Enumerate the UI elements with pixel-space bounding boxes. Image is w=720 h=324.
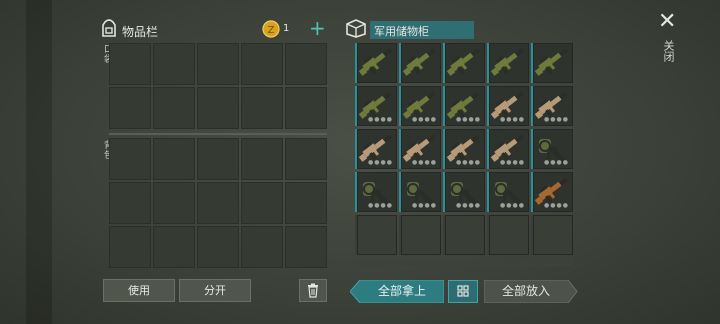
storage-slot-rifle-item[interactable]	[487, 43, 529, 83]
pocket-slot[interactable]	[109, 87, 151, 129]
coin-icon: Z	[262, 20, 280, 38]
rifle-icon	[490, 48, 524, 76]
backpack-slot[interactable]	[285, 138, 327, 180]
pocket-slot[interactable]	[241, 87, 283, 129]
attachment-dots: ●●●●	[412, 202, 437, 209]
attachment-dots: ●●●●	[368, 202, 393, 209]
storage-slot-rifle-item[interactable]: ●●●●	[355, 86, 397, 126]
close-icon[interactable]: ✕	[658, 10, 676, 34]
storage-slot-empty[interactable]	[355, 215, 397, 255]
trash-button[interactable]	[299, 279, 327, 302]
pocket-slot[interactable]	[153, 43, 195, 85]
pocket-slot[interactable]	[285, 87, 327, 129]
pocket-slot[interactable]	[197, 43, 239, 85]
storage-slot-launcher-item[interactable]: ●●●●	[487, 172, 529, 212]
storage-slot-empty[interactable]	[531, 215, 573, 255]
take-all-button[interactable]: 全部拿上	[360, 280, 444, 303]
grid-icon	[457, 285, 469, 297]
backpack-slot[interactable]	[285, 226, 327, 268]
storage-slot-rifle-item[interactable]: ●●●●	[531, 172, 573, 212]
storage-slot-rifle-item[interactable]	[355, 43, 397, 83]
attachment-dots: ●●●●	[500, 116, 525, 123]
rifle-icon	[534, 48, 568, 76]
storage-slot-rifle-item[interactable]: ●●●●	[443, 86, 485, 126]
storage-slot-rifle-item[interactable]: ●●●●	[487, 129, 529, 169]
storage-slot-rifle-item[interactable]: ●●●●	[531, 86, 573, 126]
attachment-dots: ●●●●	[456, 202, 481, 209]
put-all-button[interactable]: 全部放入	[484, 280, 568, 303]
attachment-dots: ●●●●	[500, 202, 525, 209]
storage-slot-empty[interactable]	[443, 215, 485, 255]
section-divider	[109, 133, 327, 135]
pocket-grid	[109, 43, 327, 129]
storage-slot-rifle-item[interactable]: ●●●●	[487, 86, 529, 126]
svg-text:Z: Z	[268, 25, 275, 36]
attachment-dots: ●●●●	[456, 159, 481, 166]
storage-slot-rifle-item[interactable]	[443, 43, 485, 83]
rifle-icon	[402, 48, 436, 76]
attachment-dots: ●●●●	[544, 202, 569, 209]
storage-slot-empty[interactable]	[487, 215, 529, 255]
backpack-slot[interactable]	[241, 226, 283, 268]
storage-slot-launcher-item[interactable]: ●●●●	[399, 172, 441, 212]
backpack-slot[interactable]	[153, 182, 195, 224]
storage-slot-rifle-item[interactable]: ●●●●	[399, 86, 441, 126]
grid-view-button[interactable]	[448, 280, 478, 303]
storage-slot-rifle-item[interactable]	[531, 43, 573, 83]
pocket-slot[interactable]	[285, 43, 327, 85]
storage-box-icon	[346, 19, 366, 38]
close-label[interactable]: 关闭	[660, 40, 676, 62]
coin-count: 1	[283, 23, 290, 34]
storage-slot-rifle-item[interactable]: ●●●●	[443, 129, 485, 169]
left-edge-strip	[26, 0, 52, 324]
backpack-slot[interactable]	[285, 182, 327, 224]
storage-slot-empty[interactable]	[399, 215, 441, 255]
storage-slot-launcher-item[interactable]: ●●●●	[355, 172, 397, 212]
use-button[interactable]: 使用	[103, 279, 175, 302]
storage-slot-rifle-item[interactable]: ●●●●	[355, 129, 397, 169]
storage-slot-rifle-item[interactable]	[399, 43, 441, 83]
storage-slot-launcher-item[interactable]: ●●●●	[531, 129, 573, 169]
backpack-slot[interactable]	[109, 182, 151, 224]
storage-fade	[355, 254, 573, 266]
backpack-icon	[102, 19, 116, 37]
add-coins-plus-icon[interactable]: +	[309, 17, 326, 39]
attachment-dots: ●●●●	[368, 159, 393, 166]
backpack-slot[interactable]	[153, 226, 195, 268]
backpack-slot[interactable]	[153, 138, 195, 180]
backpack-slot[interactable]	[197, 226, 239, 268]
split-button[interactable]: 分开	[179, 279, 251, 302]
backpack-slot[interactable]	[241, 138, 283, 180]
storage-slot-rifle-item[interactable]: ●●●●	[399, 129, 441, 169]
backpack-slot[interactable]	[109, 226, 151, 268]
rifle-icon	[358, 48, 392, 76]
pocket-slot[interactable]	[109, 43, 151, 85]
storage-slot-launcher-item[interactable]: ●●●●	[443, 172, 485, 212]
inventory-title: 物品栏	[122, 25, 159, 39]
backpack-slot[interactable]	[241, 182, 283, 224]
pocket-slot[interactable]	[241, 43, 283, 85]
pocket-slot[interactable]	[197, 87, 239, 129]
attachment-dots: ●●●●	[544, 116, 569, 123]
attachment-dots: ●●●●	[368, 116, 393, 123]
backpack-slot[interactable]	[109, 138, 151, 180]
attachment-dots: ●●●●	[500, 159, 525, 166]
attachment-dots: ●●●●	[412, 116, 437, 123]
trash-icon	[308, 283, 318, 298]
pocket-slot[interactable]	[153, 87, 195, 129]
attachment-dots: ●●●●	[544, 159, 569, 166]
storage-title: 军用储物柜	[374, 25, 429, 38]
backpack-slot[interactable]	[197, 182, 239, 224]
backpack-grid	[109, 138, 327, 268]
attachment-dots: ●●●●	[456, 116, 481, 123]
attachment-dots: ●●●●	[412, 159, 437, 166]
rifle-icon	[446, 48, 480, 76]
storage-grid: ●●●● ●●●● ●●●● ●●●● ●●●● ●●●● ●●●● ●●●● …	[355, 43, 573, 264]
backpack-slot[interactable]	[197, 138, 239, 180]
